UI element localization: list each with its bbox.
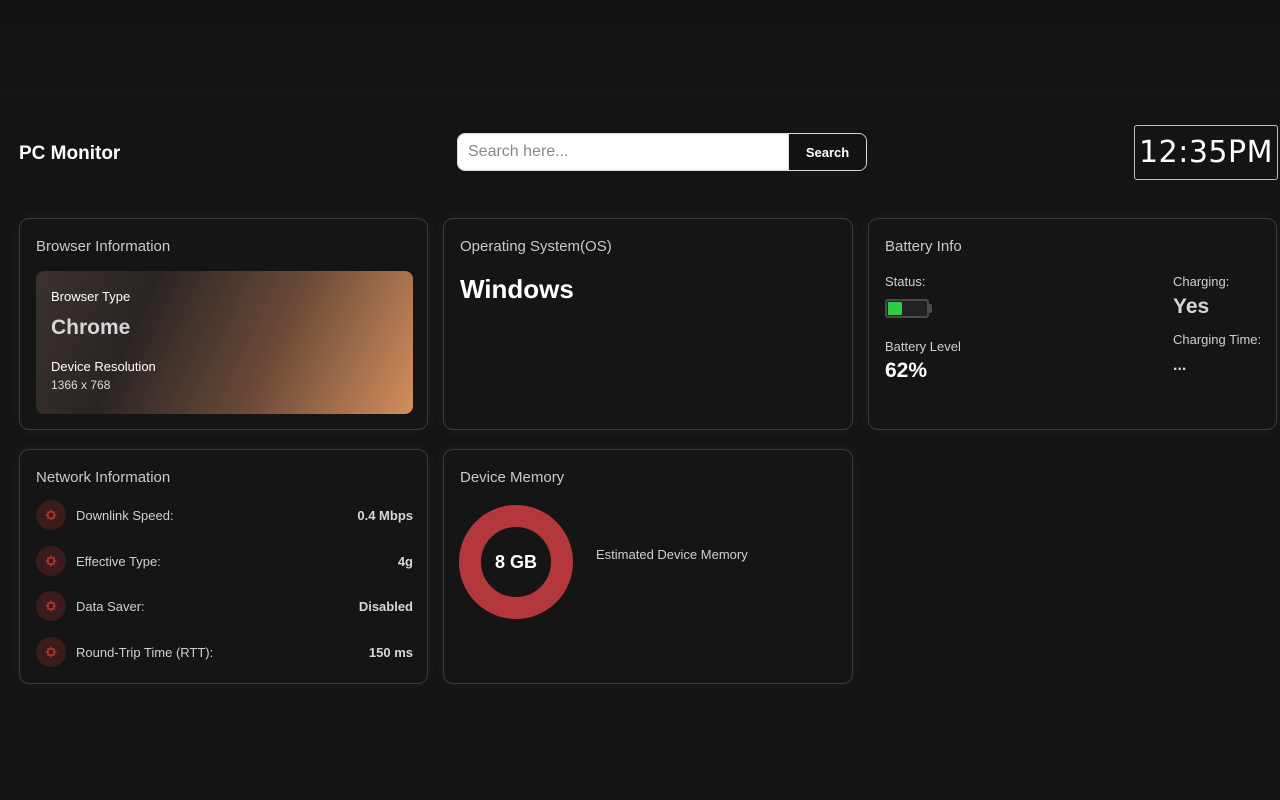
card-title: Browser Information bbox=[36, 238, 171, 255]
battery-cap bbox=[929, 304, 932, 313]
memory-ring: 8 GB bbox=[458, 504, 574, 620]
search-button[interactable]: Search bbox=[788, 134, 866, 170]
top-band bbox=[0, 0, 1280, 95]
network-row: Downlink Speed: 0.4 Mbps bbox=[36, 500, 413, 530]
network-row-label: Downlink Speed: bbox=[76, 507, 174, 523]
network-icon bbox=[36, 500, 66, 530]
memory-caption: Estimated Device Memory bbox=[596, 547, 748, 562]
search-input[interactable] bbox=[458, 134, 788, 170]
app-title: PC Monitor bbox=[19, 143, 121, 164]
network-icon bbox=[36, 637, 66, 667]
battery-level-label: Battery Level bbox=[885, 339, 961, 354]
device-resolution-value: 1366 x 768 bbox=[51, 378, 111, 392]
network-row-value: Disabled bbox=[358, 598, 413, 614]
search-bar: Search bbox=[457, 133, 867, 171]
charging-time-label: Charging Time: bbox=[1173, 332, 1262, 347]
browser-type-value: Chrome bbox=[51, 316, 131, 339]
battery-fill bbox=[888, 302, 902, 315]
network-row-value: 0.4 Mbps bbox=[357, 507, 413, 523]
network-row-value: 4g bbox=[397, 553, 413, 569]
device-memory-card: Device Memory 8 GB Estimated Device Memo… bbox=[443, 449, 853, 684]
device-resolution-label: Device Resolution bbox=[51, 359, 156, 374]
network-info-card: Network Information Downlink Speed: 0.4 M… bbox=[19, 449, 428, 684]
clock: 12:35PM bbox=[1134, 125, 1278, 180]
os-card: Operating System(OS) Windows bbox=[443, 218, 853, 430]
battery-icon bbox=[885, 299, 929, 318]
network-row-label: Effective Type: bbox=[76, 553, 161, 569]
network-row: Effective Type: 4g bbox=[36, 546, 413, 576]
memory-value: 8 GB bbox=[494, 551, 537, 572]
browser-type-label: Browser Type bbox=[51, 289, 131, 304]
charging-label: Charging: bbox=[1173, 274, 1230, 289]
battery-level-value: 62% bbox=[885, 359, 928, 382]
browser-info-card: Browser Information Browser Type Chrome … bbox=[19, 218, 428, 430]
network-row-value: 150 ms bbox=[368, 644, 413, 660]
card-title: Battery Info bbox=[885, 238, 962, 255]
battery-card: Battery Info Status: Battery Level 62% C… bbox=[868, 218, 1277, 430]
charging-value: Yes bbox=[1173, 295, 1210, 318]
charging-time-value: ... bbox=[1173, 357, 1187, 374]
network-icon bbox=[36, 546, 66, 576]
battery-status-label: Status: bbox=[885, 274, 926, 289]
network-icon bbox=[36, 591, 66, 621]
network-row: Round-Trip Time (RTT): 150 ms bbox=[36, 637, 413, 667]
os-value: Windows bbox=[460, 274, 574, 304]
network-row-label: Round-Trip Time (RTT): bbox=[76, 644, 214, 660]
card-title: Device Memory bbox=[460, 469, 565, 486]
network-row: Data Saver: Disabled bbox=[36, 591, 413, 621]
browser-details-panel: Browser Type Chrome Device Resolution 13… bbox=[36, 271, 413, 414]
network-row-label: Data Saver: bbox=[76, 598, 145, 614]
card-title: Network Information bbox=[36, 469, 171, 486]
card-title: Operating System(OS) bbox=[460, 238, 612, 255]
